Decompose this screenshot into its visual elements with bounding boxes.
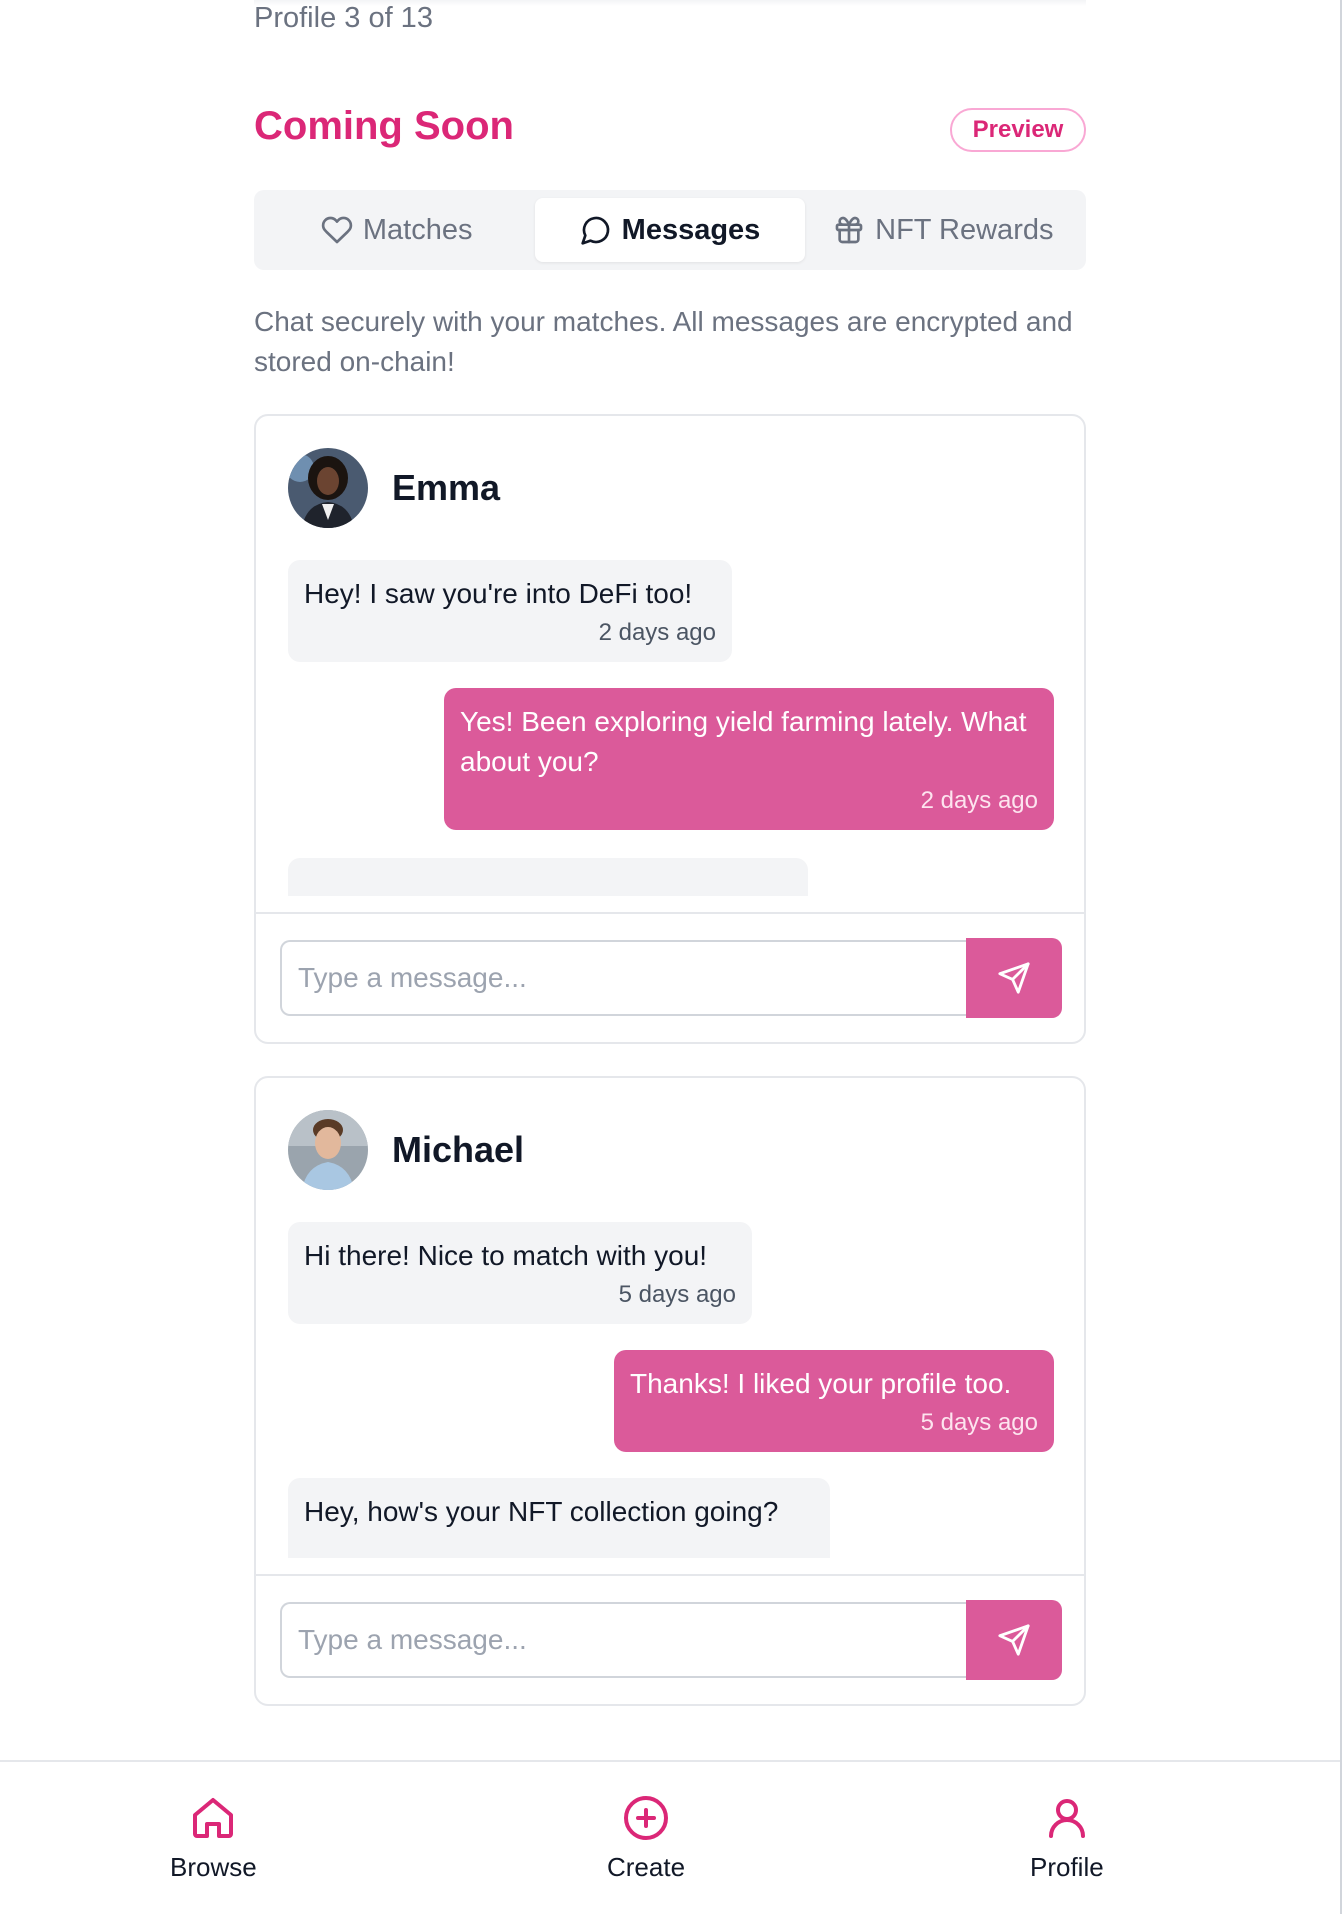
- tab-nft-rewards[interactable]: NFT Rewards: [809, 198, 1078, 262]
- divider: [256, 912, 1084, 914]
- message-bubble-incoming: Hey, how's your NFT collection going?: [288, 1478, 830, 1558]
- tab-label: Messages: [621, 213, 761, 246]
- preview-badge: Preview: [950, 108, 1086, 152]
- plus-circle-icon: [624, 1796, 669, 1840]
- section-title: Coming Soon: [254, 104, 514, 148]
- send-icon: [998, 962, 1030, 994]
- send-button[interactable]: [966, 938, 1062, 1018]
- send-button[interactable]: [966, 1600, 1062, 1680]
- chat-card-michael: Michael Hi there! Nice to match with you…: [254, 1076, 1086, 1706]
- nav-label: Create: [607, 1852, 686, 1882]
- message-bubble-incoming: Hi there! Nice to match with you! 5 days…: [288, 1222, 752, 1324]
- message-input[interactable]: [280, 1602, 966, 1678]
- nav-profile[interactable]: Profile: [1030, 1794, 1104, 1883]
- message-bubble-outgoing: Yes! Been exploring yield farming lately…: [444, 688, 1054, 830]
- tab-label: NFT Rewards: [875, 213, 1054, 246]
- nav-label: Browse: [170, 1852, 257, 1882]
- message-time: 2 days ago: [920, 787, 1038, 814]
- tab-matches[interactable]: Matches: [262, 198, 531, 262]
- message-text: Thanks! I liked your profile too.: [630, 1368, 1012, 1399]
- chat-name: Michael: [392, 1129, 525, 1170]
- message-bubble-incoming: Hey! I saw you're into DeFi too! 2 days …: [288, 560, 732, 662]
- avatar: [288, 448, 368, 528]
- home-icon: [193, 1798, 234, 1838]
- message-text: Yes! Been exploring yield farming lately…: [460, 706, 1027, 777]
- tab-label: Matches: [362, 213, 473, 246]
- nav-label: Profile: [1030, 1852, 1104, 1882]
- nav-create[interactable]: Create: [607, 1794, 685, 1883]
- tab-messages[interactable]: Messages: [535, 198, 805, 262]
- message-circle-icon: [580, 216, 609, 245]
- chat-card-emma: Emma Hey! I saw you're into DeFi too! 2 …: [254, 414, 1086, 1044]
- chat-header: Emma: [288, 448, 500, 528]
- message-list[interactable]: Hi there! Nice to match with you! 5 days…: [288, 1222, 1054, 1558]
- send-icon: [998, 1624, 1030, 1656]
- message-composer: [280, 938, 1062, 1018]
- message-text: Hey! I saw you're into DeFi too!: [304, 578, 693, 609]
- message-text: Hi there! Nice to match with you!: [304, 1240, 708, 1271]
- chat-header: Michael: [288, 1110, 524, 1190]
- message-list[interactable]: Hey! I saw you're into DeFi too! 2 days …: [288, 560, 1054, 896]
- message-time: 5 days ago: [618, 1281, 736, 1308]
- message-bubble-incoming-partial: [288, 858, 808, 896]
- bottom-nav: Browse Create Profile: [0, 1760, 1340, 1914]
- message-bubble-outgoing: Thanks! I liked your profile too. 5 days…: [614, 1350, 1054, 1452]
- message-text: Hey, how's your NFT collection going?: [304, 1496, 779, 1527]
- message-composer: [280, 1600, 1062, 1680]
- chat-name: Emma: [392, 467, 501, 508]
- message-time: 5 days ago: [920, 1409, 1038, 1436]
- messages-intro: Chat securely with your matches. All mes…: [254, 306, 1073, 377]
- user-icon: [1048, 1799, 1085, 1838]
- message-time: 2 days ago: [598, 619, 716, 646]
- divider: [256, 1574, 1084, 1576]
- heart-icon: [321, 216, 353, 244]
- feature-tabs: Matches Messages NFT Rewards: [254, 190, 1086, 270]
- avatar: [288, 1110, 368, 1190]
- message-input[interactable]: [280, 940, 966, 1016]
- nav-browse[interactable]: Browse: [170, 1794, 257, 1883]
- gift-icon: [835, 216, 863, 244]
- profile-counter: Profile 3 of 13: [254, 2, 433, 34]
